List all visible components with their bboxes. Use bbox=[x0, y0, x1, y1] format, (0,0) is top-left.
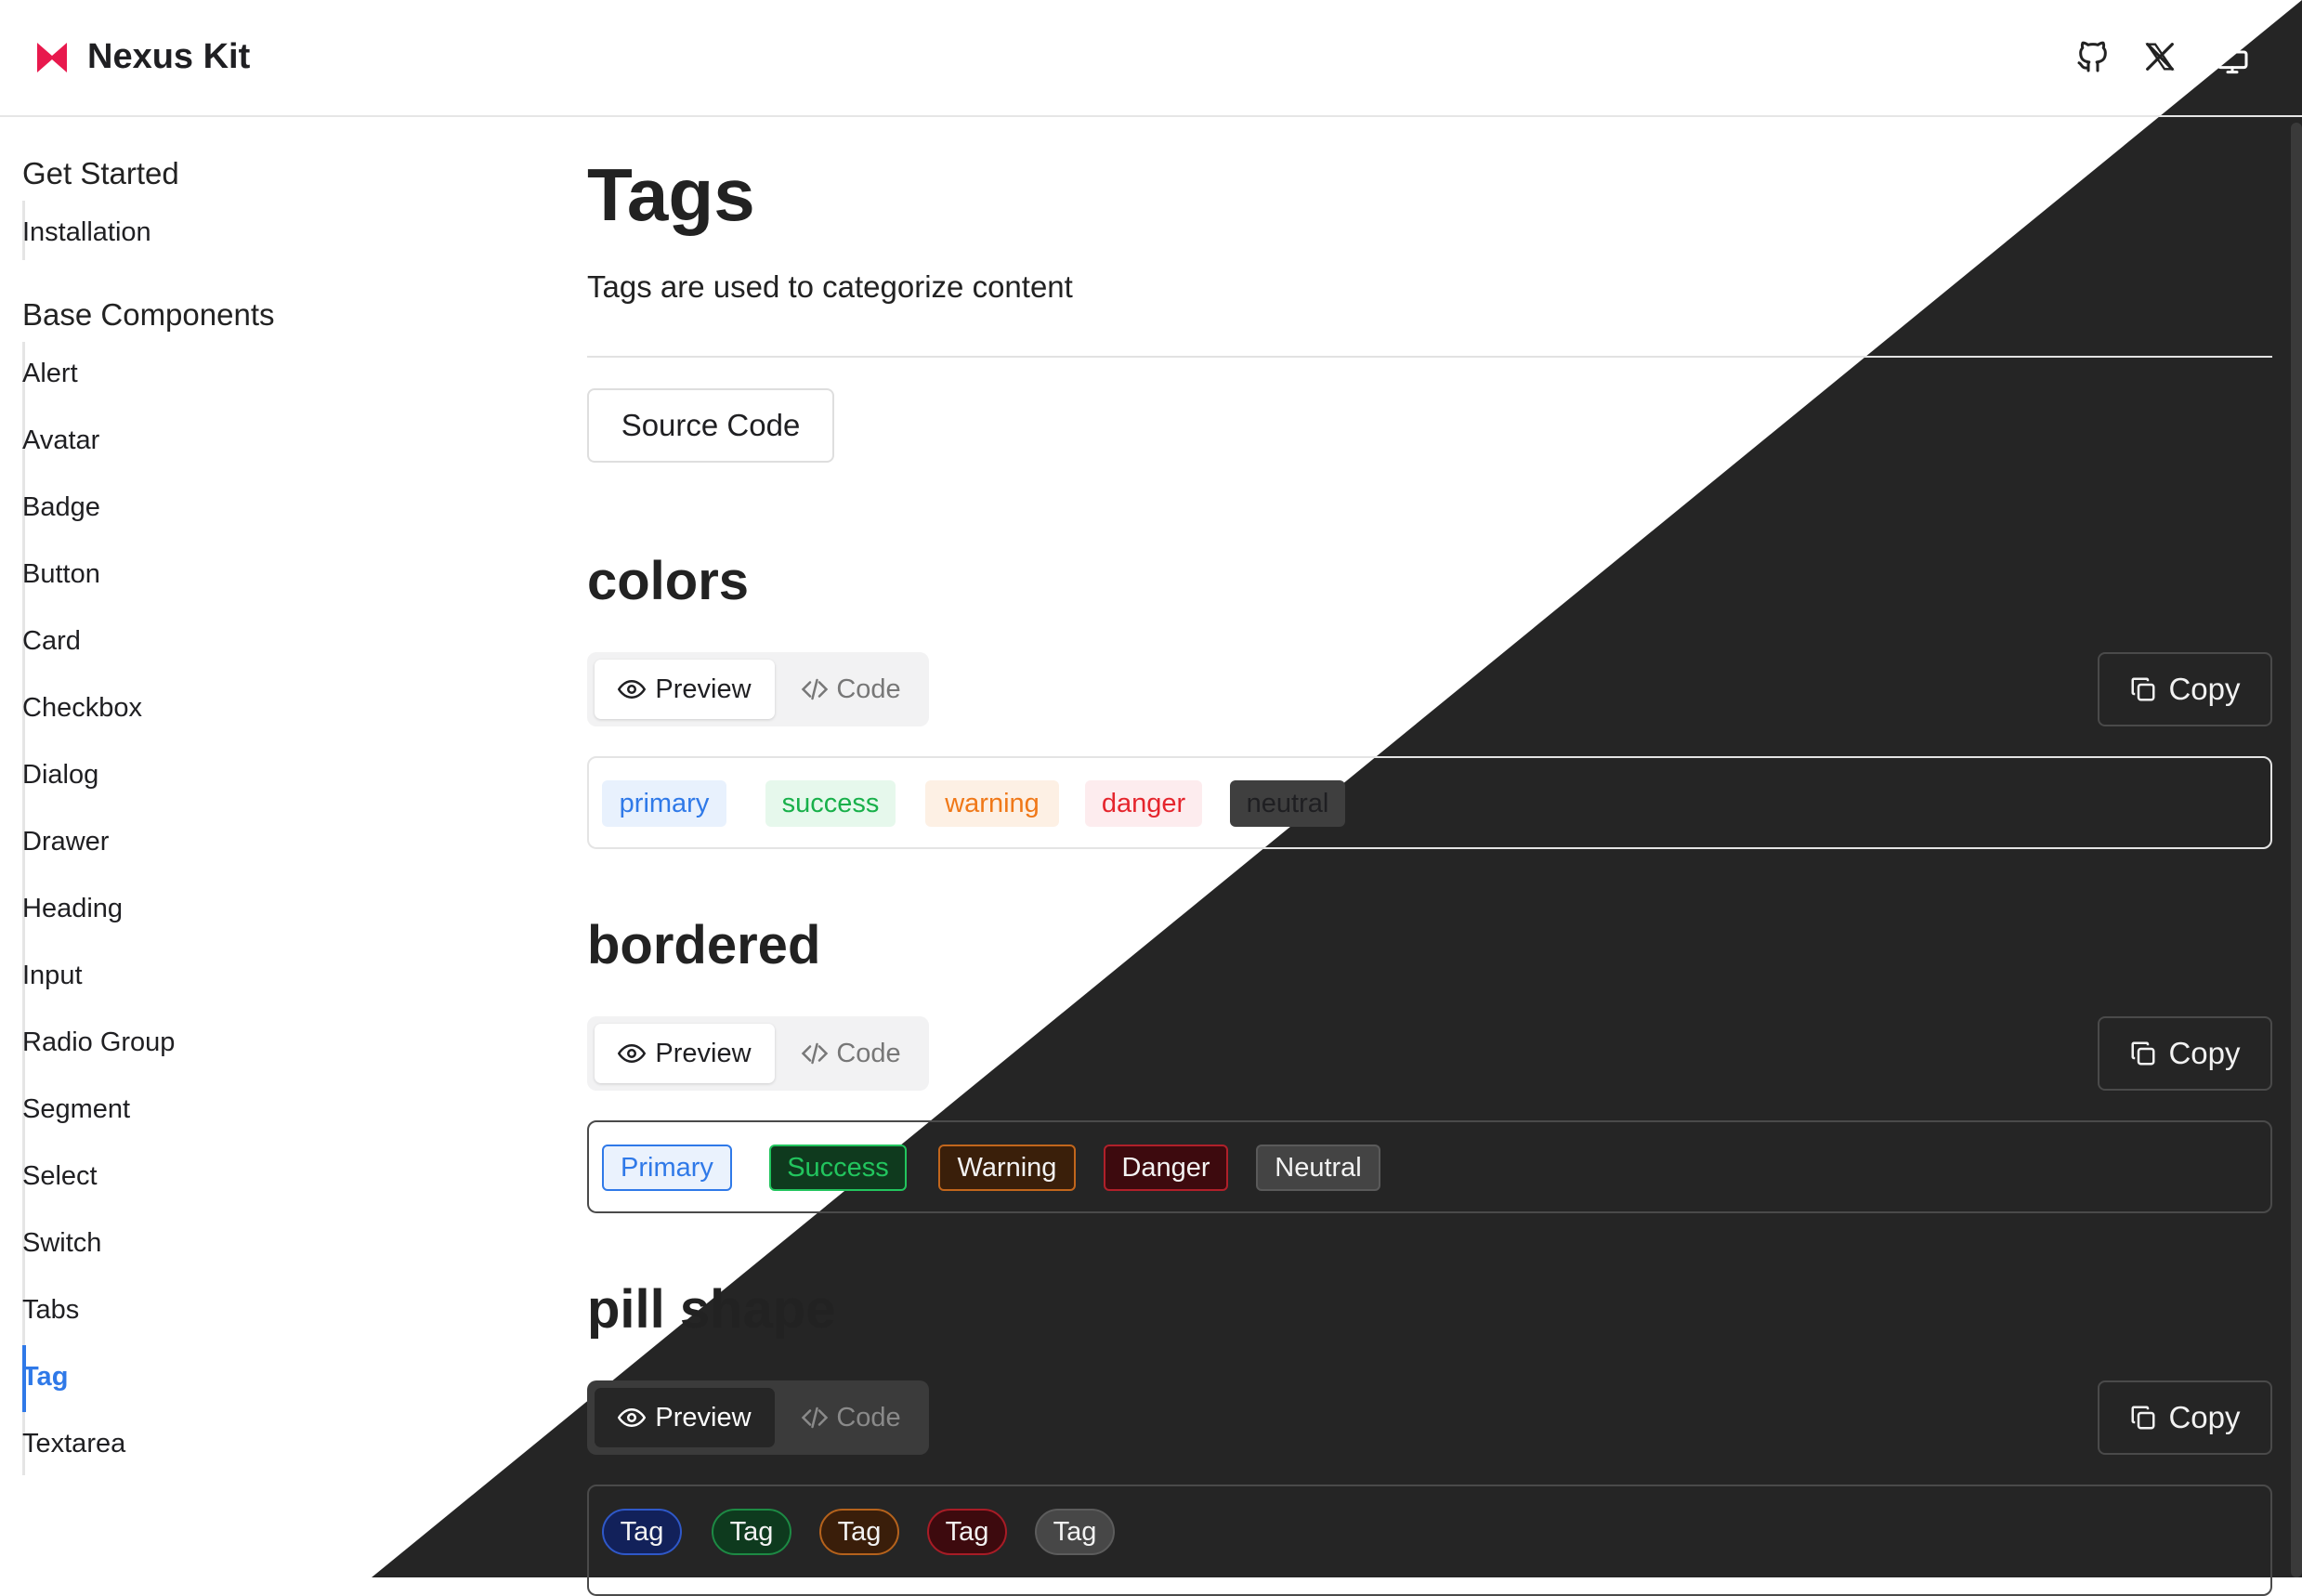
source-code-button[interactable]: Source Code bbox=[587, 388, 834, 463]
tab-code[interactable]: Code bbox=[780, 1388, 922, 1447]
preview-code-tabs: Preview Code bbox=[587, 1016, 929, 1091]
brand-name: Nexus Kit bbox=[87, 37, 251, 76]
sidebar-item-segment[interactable]: Segment bbox=[22, 1094, 130, 1125]
tag-pill-warning: Tag bbox=[819, 1509, 899, 1555]
tab-code-label: Code bbox=[836, 674, 901, 704]
code-icon bbox=[802, 678, 829, 700]
preview-code-tabs: Preview Code bbox=[587, 652, 929, 726]
sidebar-item-tabs[interactable]: Tabs bbox=[22, 1295, 79, 1326]
eye-icon bbox=[618, 1043, 647, 1064]
tag-warning-bordered: Warning bbox=[938, 1145, 1076, 1191]
sidebar-item-tag[interactable]: Tag bbox=[22, 1362, 68, 1393]
copy-icon bbox=[2131, 1041, 2155, 1066]
sidebar-item-installation[interactable]: Installation bbox=[22, 217, 151, 248]
preview-code-tabs: Preview Code bbox=[587, 1380, 929, 1455]
copy-label: Copy bbox=[2168, 1400, 2241, 1434]
brand[interactable]: Nexus Kit bbox=[35, 37, 250, 77]
tag-success-bordered: Success bbox=[769, 1145, 907, 1191]
copy-label: Copy bbox=[2168, 672, 2241, 706]
preview-box-pill: Tag Tag Tag Tag Tag bbox=[587, 1485, 2272, 1596]
eye-icon bbox=[618, 1407, 647, 1428]
copy-button[interactable]: Copy bbox=[2098, 1016, 2272, 1091]
top-header: Nexus Kit bbox=[0, 0, 2302, 117]
code-icon bbox=[802, 1406, 829, 1429]
sidebar-group-title: Get Started bbox=[22, 156, 179, 190]
tab-code[interactable]: Code bbox=[780, 1024, 922, 1083]
sidebar-item-card[interactable]: Card bbox=[22, 626, 81, 657]
tag-danger: danger bbox=[1085, 780, 1202, 827]
code-icon bbox=[802, 1042, 829, 1065]
sidebar-item-button[interactable]: Button bbox=[22, 559, 100, 590]
sidebar-item-checkbox[interactable]: Checkbox bbox=[22, 693, 142, 724]
tag-neutral-bordered: Neutral bbox=[1256, 1145, 1380, 1191]
sidebar-item-heading[interactable]: Heading bbox=[22, 894, 123, 924]
sidebar-item-dialog[interactable]: Dialog bbox=[22, 760, 98, 791]
tag-pill-primary: Tag bbox=[602, 1509, 682, 1555]
copy-icon bbox=[2131, 1406, 2155, 1430]
tag-pill-success: Tag bbox=[712, 1509, 791, 1555]
tag-neutral: neutral bbox=[1230, 780, 1345, 827]
tag-danger-bordered: Danger bbox=[1104, 1145, 1228, 1191]
copy-icon bbox=[2131, 677, 2155, 701]
sidebar-item-input[interactable]: Input bbox=[22, 961, 83, 991]
tag-pill-neutral: Tag bbox=[1035, 1509, 1115, 1555]
theme-toggle-icon[interactable] bbox=[2211, 35, 2254, 78]
preview-box-colors: primary success warning danger neutral bbox=[587, 756, 2272, 849]
sidebar-item-select[interactable]: Select bbox=[22, 1161, 98, 1192]
section-title-colors: colors bbox=[587, 551, 750, 611]
tab-preview[interactable]: Preview bbox=[595, 1388, 775, 1447]
divider bbox=[587, 356, 2272, 358]
section-title-bordered: bordered bbox=[587, 915, 821, 975]
page-description: Tags are used to categorize content bbox=[587, 269, 1073, 304]
copy-button[interactable]: Copy bbox=[2098, 1380, 2272, 1455]
sidebar-group-title: Base Components bbox=[22, 297, 275, 332]
x-twitter-icon[interactable] bbox=[2139, 35, 2181, 78]
tag-primary: primary bbox=[602, 780, 726, 827]
copy-label: Copy bbox=[2168, 1036, 2241, 1070]
copy-button[interactable]: Copy bbox=[2098, 652, 2272, 726]
scrollbar[interactable] bbox=[2291, 123, 2302, 1577]
sidebar-nav: Get Started Installation Base Components… bbox=[0, 117, 520, 1577]
sidebar-item-textarea[interactable]: Textarea bbox=[22, 1429, 125, 1459]
tag-primary-bordered: Primary bbox=[602, 1145, 732, 1191]
eye-icon bbox=[618, 679, 647, 700]
sidebar-item-drawer[interactable]: Drawer bbox=[22, 827, 109, 857]
nexus-logo-icon bbox=[37, 42, 67, 72]
tab-preview-label: Preview bbox=[655, 1402, 752, 1432]
tab-preview-label: Preview bbox=[655, 674, 752, 704]
tab-code-label: Code bbox=[836, 1402, 901, 1432]
tab-code-label: Code bbox=[836, 1038, 901, 1068]
tag-pill-danger: Tag bbox=[927, 1509, 1007, 1555]
sidebar-item-switch[interactable]: Switch bbox=[22, 1228, 101, 1259]
tab-preview[interactable]: Preview bbox=[595, 660, 775, 719]
sidebar-item-badge[interactable]: Badge bbox=[22, 492, 100, 523]
page-title: Tags bbox=[587, 153, 755, 236]
sidebar-item-alert[interactable]: Alert bbox=[22, 359, 78, 389]
preview-box-bordered: Primary Success Warning Danger Neutral bbox=[587, 1120, 2272, 1213]
sidebar-item-avatar[interactable]: Avatar bbox=[22, 425, 99, 456]
github-icon[interactable] bbox=[2072, 35, 2114, 78]
tab-preview[interactable]: Preview bbox=[595, 1024, 775, 1083]
sidebar-item-radio-group[interactable]: Radio Group bbox=[22, 1027, 175, 1058]
section-title-pill-shape: pill shape bbox=[587, 1279, 836, 1340]
tab-code[interactable]: Code bbox=[780, 660, 922, 719]
tab-preview-label: Preview bbox=[655, 1038, 752, 1068]
tag-success: success bbox=[765, 780, 896, 827]
tag-warning: warning bbox=[925, 780, 1059, 827]
